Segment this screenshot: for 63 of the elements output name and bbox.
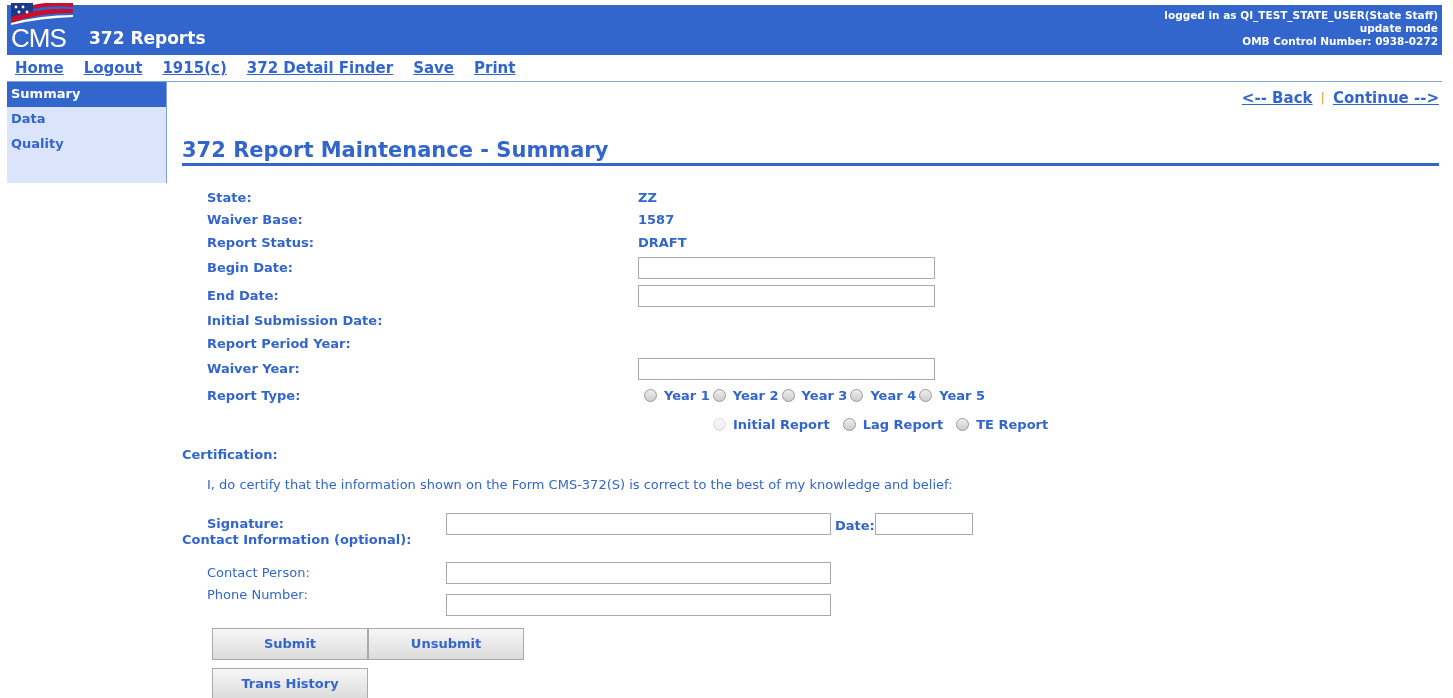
field-label: Waiver Base: bbox=[206, 211, 304, 230]
radio-button[interactable] bbox=[956, 418, 970, 432]
field-label: Initial Submission Date: bbox=[206, 312, 384, 331]
action-button[interactable]: Unsubmit bbox=[368, 627, 524, 660]
field-label: Contact Person: bbox=[207, 563, 311, 582]
action-button[interactable]: Trans History bbox=[212, 667, 368, 698]
radio-label: TE Report bbox=[976, 415, 1049, 434]
input-field[interactable] bbox=[638, 357, 935, 380]
field-label: Waiver Year: bbox=[206, 359, 301, 378]
certification-statement: I, do certify that the information shown on the Form CMS-372(S) is correct to the best of my knowledge and belief: bbox=[206, 476, 954, 495]
logo-text: CMS bbox=[11, 25, 67, 51]
radio-button[interactable] bbox=[781, 389, 795, 403]
user-info-text: logged in as QI_TEST_STATE_USER(State Staff) bbox=[1164, 9, 1438, 22]
page-title: 372 Report Maintenance - Summary bbox=[182, 138, 1439, 167]
app-title: 372 Reports bbox=[89, 26, 206, 50]
sidebar-item[interactable]: Quality bbox=[7, 132, 166, 157]
action-button[interactable]: Submit bbox=[212, 627, 368, 660]
radio-button[interactable] bbox=[644, 389, 657, 403]
radio-label: Year 2 bbox=[732, 386, 779, 405]
field-label: Begin Date: bbox=[206, 258, 295, 277]
field-label: Report Period Year: bbox=[206, 334, 352, 353]
nav-link[interactable]: Logout bbox=[83, 56, 143, 80]
flag-icon bbox=[11, 3, 73, 25]
sidebar-item[interactable]: Summary bbox=[7, 82, 166, 107]
field-label: Report Status: bbox=[206, 233, 315, 252]
radio-label: Year 1 bbox=[664, 386, 710, 405]
radio-label: Year 3 bbox=[801, 386, 848, 405]
signature-field[interactable] bbox=[446, 512, 831, 535]
separator-text: | bbox=[1320, 89, 1325, 108]
field-label: Report Type: bbox=[206, 386, 302, 405]
nav-link[interactable]: Save bbox=[413, 56, 455, 80]
back-link[interactable]: <-- Back bbox=[1241, 86, 1313, 110]
radio-label: Lag Report bbox=[862, 415, 944, 434]
user-info-text: OMB Control Number: 0938-0272 bbox=[1241, 35, 1438, 48]
radio-label: Year 4 bbox=[870, 386, 917, 405]
field-value: DRAFT bbox=[638, 233, 687, 252]
radio-button[interactable] bbox=[842, 418, 856, 432]
nav-link[interactable]: 372 Detail Finder bbox=[246, 56, 394, 80]
field-value: ZZ bbox=[638, 188, 657, 207]
field-label: State: bbox=[206, 188, 253, 207]
radio-button[interactable] bbox=[919, 389, 933, 403]
radio-button[interactable] bbox=[850, 389, 864, 403]
field-value: 1587 bbox=[638, 211, 675, 230]
radio-button[interactable] bbox=[712, 389, 726, 403]
input-field[interactable] bbox=[446, 593, 831, 616]
nav-link[interactable]: 1915(c) bbox=[162, 56, 227, 80]
section-heading: Certification: bbox=[182, 445, 279, 464]
field-label: End Date: bbox=[206, 286, 280, 305]
field-label: Signature: bbox=[206, 515, 286, 532]
input-field[interactable] bbox=[446, 561, 831, 584]
continue-link[interactable]: Continue --> bbox=[1332, 86, 1439, 110]
user-info-text: update mode bbox=[1358, 22, 1438, 35]
radio-label: Year 5 bbox=[939, 386, 985, 405]
sidebar-item[interactable]: Data bbox=[7, 107, 166, 132]
field-label: Date: bbox=[835, 516, 875, 535]
section-heading: Contact Information (optional): bbox=[182, 531, 413, 548]
input-field[interactable] bbox=[638, 256, 935, 279]
input-field[interactable] bbox=[638, 284, 935, 307]
nav-link[interactable]: Print bbox=[474, 56, 516, 80]
nav-link[interactable]: Home bbox=[15, 56, 64, 80]
date-field[interactable] bbox=[874, 512, 973, 535]
field-label: Phone Number: bbox=[207, 585, 309, 604]
radio-label: Initial Report bbox=[733, 415, 830, 434]
